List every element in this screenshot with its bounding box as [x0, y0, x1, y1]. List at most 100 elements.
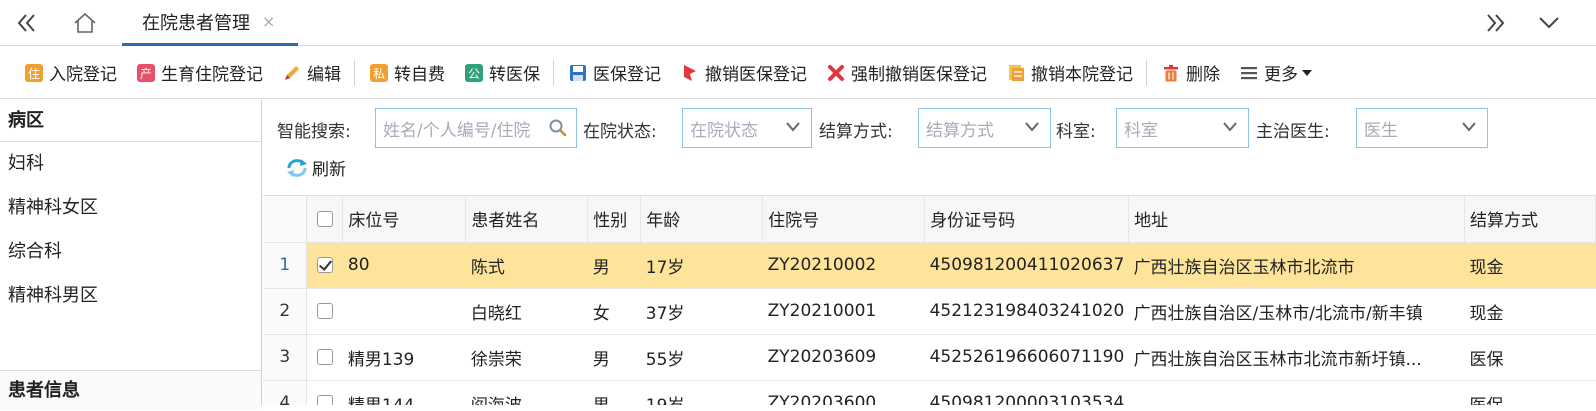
more-label: 更多 — [1264, 65, 1298, 85]
column-header-bed[interactable]: 床位号 — [342, 196, 467, 243]
cell-sex: 男 — [587, 380, 641, 405]
scroll-tabs-left-button[interactable] — [10, 6, 44, 40]
table-header-row: 床位号 患者姓名 性别 年龄 住院号 身份证号码 地址 结算方式 — [263, 196, 1596, 243]
to-self-pay-button[interactable]: 私 转自费 — [359, 55, 454, 91]
status-select[interactable]: 在院状态 — [682, 108, 812, 148]
search-input[interactable]: 姓名/个人编号/住院 — [375, 108, 577, 148]
refresh-button[interactable]: 刷新 — [285, 155, 346, 180]
trash-icon — [1160, 62, 1182, 84]
ward-item-general[interactable]: 综合科 — [0, 230, 261, 274]
ward-item-psychiatry-male[interactable]: 精神科男区 — [0, 274, 261, 318]
maternity-admission-button[interactable]: 产 生育住院登记 — [126, 55, 272, 91]
doctor-select[interactable]: 医生 — [1356, 108, 1488, 148]
svg-text:产: 产 — [140, 67, 152, 81]
column-header-id-no[interactable]: 身份证号码 — [924, 196, 1130, 243]
select-all-checkbox[interactable] — [306, 196, 344, 243]
pencil-icon — [281, 62, 303, 84]
row-number: 2 — [263, 288, 308, 335]
settlement-placeholder: 结算方式 — [926, 120, 994, 141]
cell-address: 广西壮族自治区玉林市北流市新圩镇... — [1128, 334, 1465, 381]
cell-name: 白晓红 — [465, 288, 588, 335]
table-row[interactable]: 1 80 陈式 男 17岁 ZY20210002 450981200411020… — [263, 242, 1596, 289]
force-revoke-insurance-button[interactable]: 强制撤销医保登记 — [816, 55, 996, 91]
tab-close-icon[interactable]: × — [262, 12, 275, 31]
column-header-address[interactable]: 地址 — [1128, 196, 1465, 243]
to-insurance-button[interactable]: 公 转医保 — [454, 55, 549, 91]
column-header-age[interactable]: 年龄 — [640, 196, 764, 243]
row-checkbox[interactable] — [306, 334, 343, 381]
edit-button[interactable]: 编辑 — [272, 55, 350, 91]
cell-address — [1128, 380, 1465, 405]
svg-text:公: 公 — [468, 67, 480, 81]
ward-item-psychiatry-female[interactable]: 精神科女区 — [0, 186, 261, 230]
insurance-register-button[interactable]: 医保登记 — [558, 55, 670, 91]
tab-dropdown-button[interactable] — [1532, 6, 1566, 40]
cell-sex: 男 — [587, 334, 641, 381]
menu-icon — [1238, 62, 1260, 84]
cell-name: 徐崇荣 — [465, 334, 588, 381]
cell-inpatient-no: ZY20203609 — [762, 334, 925, 381]
search-placeholder: 姓名/个人编号/住院 — [383, 120, 531, 141]
toolbar-divider — [354, 59, 355, 86]
table-row[interactable]: 2 白晓红 女 37岁 ZY20210001 45212319840324102… — [263, 288, 1596, 335]
to-insurance-label: 转医保 — [489, 65, 540, 85]
revoke-insurance-button[interactable]: 撤销医保登记 — [670, 55, 816, 91]
home-button[interactable] — [68, 6, 102, 40]
revoke-hospital-register-button[interactable]: 撤销本院登记 — [996, 55, 1142, 91]
row-number: 3 — [263, 334, 308, 381]
admission-icon: 住 — [23, 62, 45, 84]
cell-name: 陈式 — [465, 242, 588, 289]
scroll-tabs-right-button[interactable] — [1478, 6, 1512, 40]
refresh-icon — [287, 158, 307, 177]
cell-address: 广西壮族自治区玉林市北流市 — [1128, 242, 1465, 289]
cell-id-no: 450981200411020637 — [924, 242, 1129, 289]
chevron-down-icon — [1223, 122, 1237, 132]
patient-table: 床位号 患者姓名 性别 年龄 住院号 身份证号码 地址 结算方式 1 80 陈式… — [263, 196, 1596, 405]
department-placeholder: 科室 — [1124, 120, 1158, 141]
tab-inpatient-management[interactable]: 在院患者管理 × — [122, 0, 298, 46]
cell-address: 广西壮族自治区/玉林市/北流市/新丰镇 — [1128, 288, 1465, 335]
svg-text:私: 私 — [373, 67, 385, 81]
doctor-label: 主治医生: — [1256, 122, 1330, 142]
caret-down-icon — [1302, 69, 1312, 76]
self-pay-icon: 私 — [368, 62, 390, 84]
row-checkbox[interactable] — [306, 380, 343, 405]
double-chevron-left-icon — [17, 14, 35, 32]
revoke-insurance-label: 撤销医保登记 — [705, 65, 807, 85]
cell-settlement: 现金 — [1464, 288, 1596, 335]
force-revoke-insurance-label: 强制撤销医保登记 — [851, 65, 987, 85]
cell-bed: 精男139 — [342, 334, 466, 381]
column-header-settlement[interactable]: 结算方式 — [1464, 196, 1596, 243]
medical-insurance-icon: 公 — [463, 62, 485, 84]
filter-bar: 智能搜索: 姓名/个人编号/住院 在院状态: 在院状态 结算方式: 结算方式 科… — [263, 100, 1596, 196]
table-row[interactable]: 3 精男139 徐崇荣 男 55岁 ZY20203609 45252619660… — [263, 334, 1596, 381]
settlement-select[interactable]: 结算方式 — [918, 108, 1051, 148]
double-chevron-right-icon — [1487, 14, 1505, 32]
toolbar-divider — [1146, 59, 1147, 86]
svg-text:住: 住 — [28, 67, 40, 81]
row-number: 4 — [263, 380, 308, 405]
red-x-icon — [825, 62, 847, 84]
delete-label: 删除 — [1186, 65, 1220, 85]
row-checkbox[interactable] — [306, 288, 343, 335]
row-number: 1 — [263, 242, 308, 289]
column-header-sex[interactable]: 性别 — [587, 196, 642, 243]
ward-item-gynecology[interactable]: 妇科 — [0, 142, 261, 186]
maternity-admission-label: 生育住院登记 — [161, 65, 263, 85]
delete-button[interactable]: 删除 — [1151, 55, 1229, 91]
tab-bar: 在院患者管理 × — [0, 0, 1596, 46]
chevron-down-icon — [1025, 122, 1039, 132]
column-header-name[interactable]: 患者姓名 — [465, 196, 589, 243]
department-select[interactable]: 科室 — [1116, 108, 1249, 148]
insurance-register-label: 医保登记 — [593, 65, 661, 85]
admission-button[interactable]: 住 入院登记 — [14, 55, 126, 91]
more-menu-button[interactable]: 更多 — [1229, 55, 1322, 91]
ward-header: 病区 — [0, 100, 261, 142]
cell-name: 阎海波 — [465, 380, 588, 405]
table-row[interactable]: 4 精男144 阎海波 男 19岁 ZY20203600 45098120000… — [263, 380, 1596, 405]
patient-info-header[interactable]: 患者信息 — [0, 370, 261, 410]
column-header-inpatient-no[interactable]: 住院号 — [762, 196, 926, 243]
row-checkbox[interactable] — [306, 242, 343, 289]
department-label: 科室: — [1056, 122, 1096, 142]
settlement-label: 结算方式: — [819, 122, 893, 142]
